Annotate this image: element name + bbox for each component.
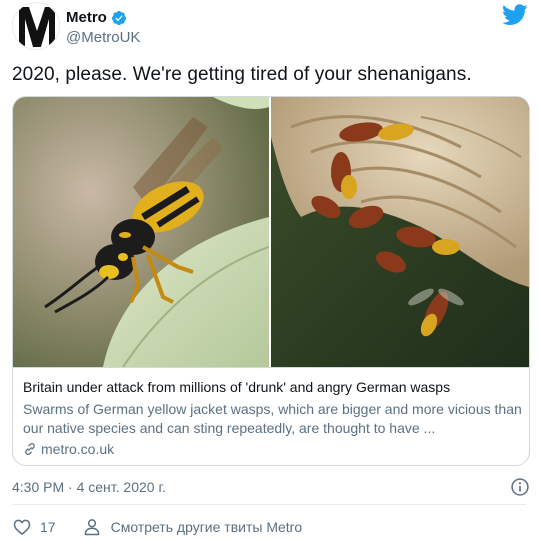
card-description: Swarms of German yellow jacket wasps, wh… (23, 401, 522, 436)
divider (12, 504, 526, 505)
card-domain-label: metro.co.uk (41, 441, 115, 457)
link-card[interactable]: Britain under attack from millions of 'd… (12, 96, 530, 466)
card-title[interactable]: Britain under attack from millions of 'd… (23, 379, 450, 395)
author-block: Metro @MetroUK (66, 9, 140, 46)
twitter-bird-icon[interactable] (502, 4, 528, 26)
tweet-timestamp[interactable]: 4:30 PM · 4 сент. 2020 г. (12, 479, 166, 495)
more-tweets-label: Смотреть другие твиты Metro (110, 519, 303, 535)
card-domain[interactable]: metro.co.uk (23, 441, 114, 457)
wasp-on-leaf-photo[interactable] (13, 97, 269, 367)
metro-logo-icon (13, 3, 59, 49)
handle[interactable]: @MetroUK (66, 29, 140, 46)
link-icon (25, 442, 35, 456)
like-button[interactable]: 17 (12, 517, 82, 537)
user-icon (84, 519, 99, 536)
tweet-text: 2020, please. We're getting tired of you… (12, 64, 472, 85)
like-count: 17 (40, 519, 56, 535)
avatar[interactable] (12, 2, 60, 50)
verified-badge-icon (111, 10, 126, 25)
tweet-header: Metro @MetroUK (12, 2, 530, 54)
info-icon[interactable] (510, 477, 530, 497)
more-tweets-button[interactable]: Смотреть другие твиты Metro (82, 517, 303, 537)
hornets-on-nest-photo[interactable] (271, 97, 529, 367)
display-name[interactable]: Metro (66, 9, 107, 26)
card-images[interactable] (13, 97, 529, 367)
card-body[interactable]: Britain under attack from millions of 'd… (13, 367, 529, 465)
tweet-actions: 17 Смотреть другие твиты Metro (12, 514, 302, 540)
heart-icon (13, 519, 31, 536)
